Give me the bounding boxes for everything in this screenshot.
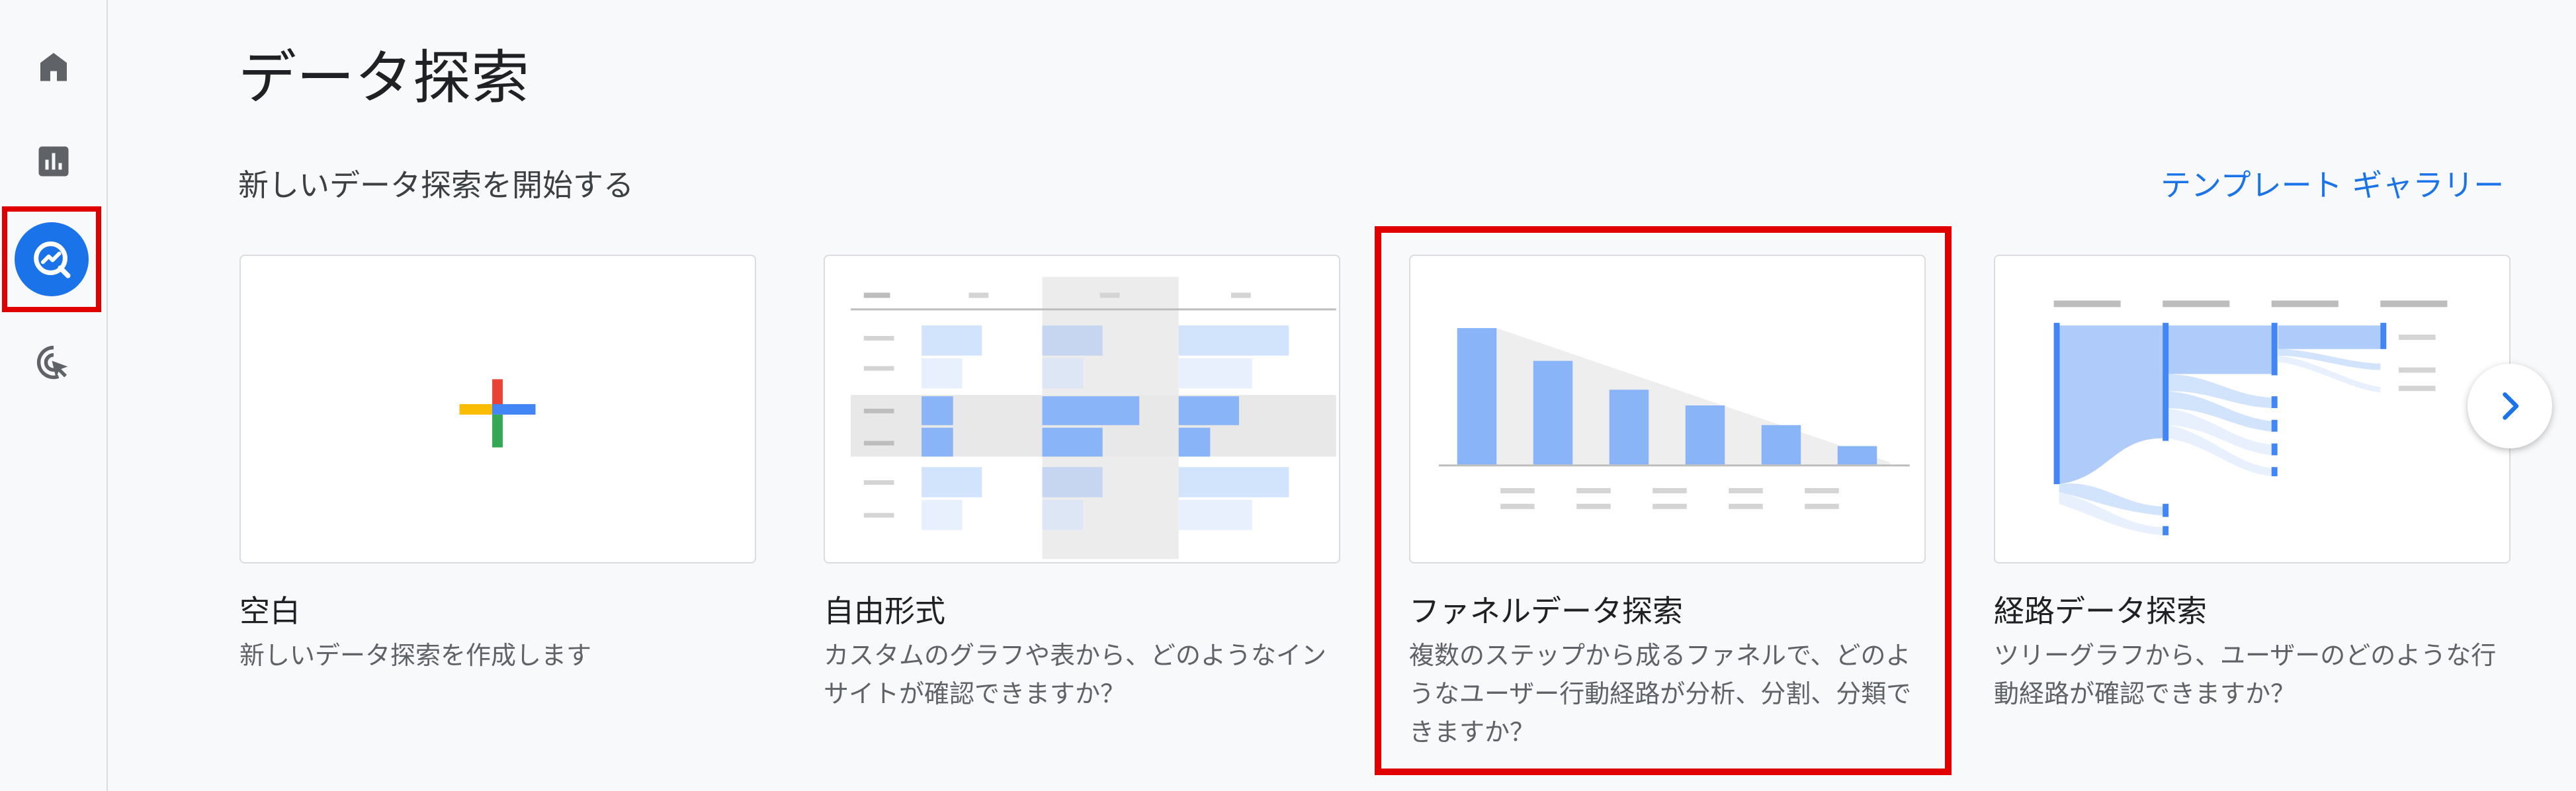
card-description: ツリーグラフから、ユーザーのどのような行動経路が確認できますか？ [1994,641,2497,708]
page-title: データ探索 [238,44,530,112]
section-heading: 新しいデータ探索を開始する [238,167,634,203]
left-nav-rail [0,0,108,791]
card-title: 経路データ探索 [1994,593,2207,629]
card-thumbnail[interactable] [1409,255,1926,563]
table-illustration [851,276,1336,560]
nav-home-button[interactable] [18,30,89,102]
nav-explore-button[interactable] [2,206,101,312]
chevron-right-icon [2503,392,2519,420]
template-card-path[interactable]: 経路データ探索 ツリーグラフから、ユーザーのどのような行動経路が確認できますか？ [1994,255,2511,713]
template-card-free-form[interactable]: 自由形式 カスタムのグラフや表から、どのようなインサイトが確認できますか？ [824,255,1340,713]
template-card-funnel[interactable]: ファネルデータ探索 複数のステップから成るファネルで、どのようなユーザー行動経路… [1409,255,1926,751]
path-tree-illustration [2053,300,2448,536]
reports-icon [38,146,69,177]
card-thumbnail[interactable] [1994,255,2511,563]
card-thumbnail[interactable] [824,255,1340,563]
card-thumbnail[interactable] [239,255,756,563]
carousel-next-button[interactable] [2468,364,2552,448]
advertising-icon [36,345,68,380]
template-card-blank[interactable]: 空白 新しいデータ探索を作成します [239,255,756,675]
card-description: 複数のステップから成るファネルで、どのようなユーザー行動経路が分析、分割、分類で… [1409,641,1912,747]
card-description: 新しいデータ探索を作成します [239,641,592,670]
card-title: ファネルデータ探索 [1409,593,1683,629]
funnel-illustration [1438,328,1910,509]
template-gallery-link[interactable]: テンプレート ギャラリー [2161,159,2504,212]
card-description: カスタムのグラフや表から、どのようなインサイトが確認できますか？ [824,641,1327,708]
nav-advertising-button[interactable] [18,327,89,398]
card-title: 自由形式 [824,593,945,629]
nav-reports-button[interactable] [18,126,89,197]
card-title: 空白 [239,593,300,629]
explore-active-indicator [15,222,89,296]
explore-icon [34,241,71,278]
google-plus-icon [459,379,536,448]
home-icon [40,53,67,81]
